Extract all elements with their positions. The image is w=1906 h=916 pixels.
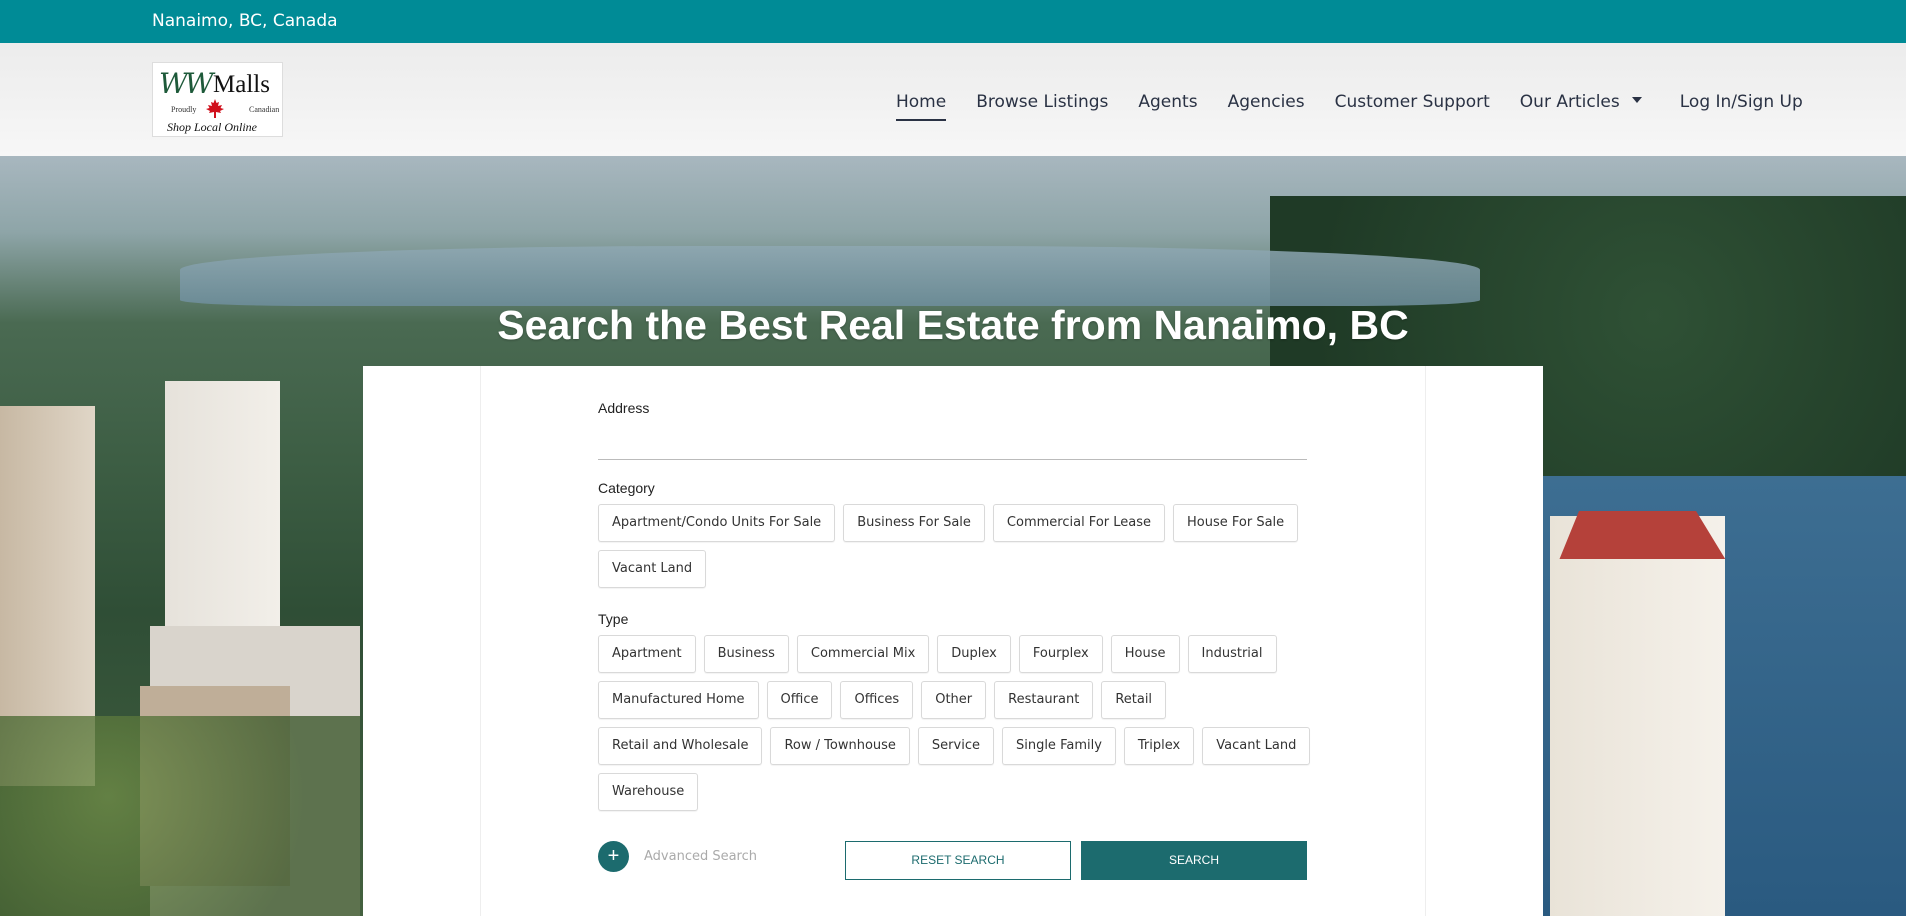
type-chip[interactable]: Retail [1101, 681, 1167, 719]
category-chip[interactable]: House For Sale [1173, 504, 1299, 542]
type-chip[interactable]: Service [917, 727, 994, 765]
nav-item-home[interactable]: Home [896, 92, 947, 121]
nav-item-label: Customer Support [1334, 92, 1490, 112]
type-label: Type [598, 611, 629, 627]
address-input[interactable] [598, 427, 1307, 460]
logo-malls: Malls [213, 71, 270, 98]
type-chip[interactable]: Apartment [598, 635, 696, 673]
type-chip[interactable]: Other [921, 681, 987, 719]
hero-title: Search the Best Real Estate from Nanaimo… [497, 302, 1409, 348]
type-chip-group: Apartment Business Commercial Mix Duplex Fou… [598, 635, 1318, 811]
main-navigation: Home Browse Listings Agents Agencies Custome… [896, 89, 1803, 121]
type-chip[interactable]: Fourplex [1018, 635, 1103, 673]
category-label: Category [598, 480, 655, 496]
nav-item-label: Agents [1138, 92, 1198, 112]
type-chip[interactable]: Industrial [1187, 635, 1277, 673]
address-label: Address [598, 400, 650, 416]
type-chip[interactable]: Vacant Land [1202, 727, 1311, 765]
reset-search-button[interactable]: RESET SEARCH [845, 841, 1071, 880]
hero-scene [1550, 516, 1725, 916]
type-chip[interactable]: Restaurant [994, 681, 1094, 719]
hero-scene [0, 716, 360, 916]
type-chip[interactable]: Office [766, 681, 833, 719]
logo-canadian: Canadian [249, 105, 280, 114]
nav-item-label: Log In/Sign Up [1679, 92, 1803, 112]
nav-item-log-in-sign-up[interactable]: Log In/Sign Up [1680, 92, 1803, 112]
chevron-down-icon [1631, 97, 1642, 103]
type-chip[interactable]: Duplex [937, 635, 1011, 673]
type-chip[interactable]: Offices [840, 681, 914, 719]
category-chip-group: Apartment/Condo Units For Sale Business F… [598, 504, 1318, 588]
type-chip[interactable]: Retail and Wholesale [598, 727, 763, 765]
category-chip[interactable]: Business For Sale [843, 504, 985, 542]
nav-item-label: Browse Listings [976, 92, 1109, 112]
nav-item-browse-listings[interactable]: Browse Listings [976, 92, 1108, 112]
site-header: WW Malls Proudly Canadian Shop Local Onl… [0, 43, 1906, 156]
advanced-search-toggle[interactable]: + [598, 841, 629, 872]
logo-proudly: Proudly [171, 105, 197, 114]
nav-item-agencies[interactable]: Agencies [1228, 92, 1305, 112]
plus-icon: + [607, 845, 620, 867]
type-chip[interactable]: Commercial Mix [796, 635, 930, 673]
nav-item-agents[interactable]: Agents [1138, 92, 1197, 112]
logo-tagline: Shop Local Online [167, 120, 257, 134]
site-logo[interactable]: WW Malls Proudly Canadian Shop Local Onl… [152, 62, 283, 137]
type-chip[interactable]: Single Family [1001, 727, 1116, 765]
type-chip[interactable]: Business [703, 635, 789, 673]
maple-leaf-icon [206, 99, 224, 118]
category-chip[interactable]: Vacant Land [598, 550, 707, 588]
type-chip[interactable]: Triplex [1123, 727, 1195, 765]
type-chip[interactable]: House [1110, 635, 1180, 673]
type-chip[interactable]: Manufactured Home [598, 681, 759, 719]
type-chip[interactable]: Warehouse [598, 773, 699, 811]
category-chip[interactable]: Commercial For Lease [992, 504, 1166, 542]
advanced-search-label[interactable]: Advanced Search [644, 849, 757, 864]
nav-item-label: Home [896, 92, 947, 112]
location-text: Nanaimo, BC, Canada [152, 11, 338, 31]
hero-scene [180, 246, 1480, 306]
nav-item-label: Agencies [1227, 92, 1305, 112]
logo-ww: WW [159, 67, 214, 100]
nav-item-label: Our Articles [1519, 92, 1620, 112]
search-button[interactable]: SEARCH [1081, 841, 1307, 880]
nav-item-customer-support[interactable]: Customer Support [1335, 92, 1490, 112]
category-chip[interactable]: Apartment/Condo Units For Sale [598, 504, 836, 542]
top-bar: Nanaimo, BC, Canada [0, 0, 1906, 43]
nav-item-our-articles[interactable]: Our Articles [1520, 92, 1642, 112]
type-chip[interactable]: Row / Townhouse [770, 727, 910, 765]
